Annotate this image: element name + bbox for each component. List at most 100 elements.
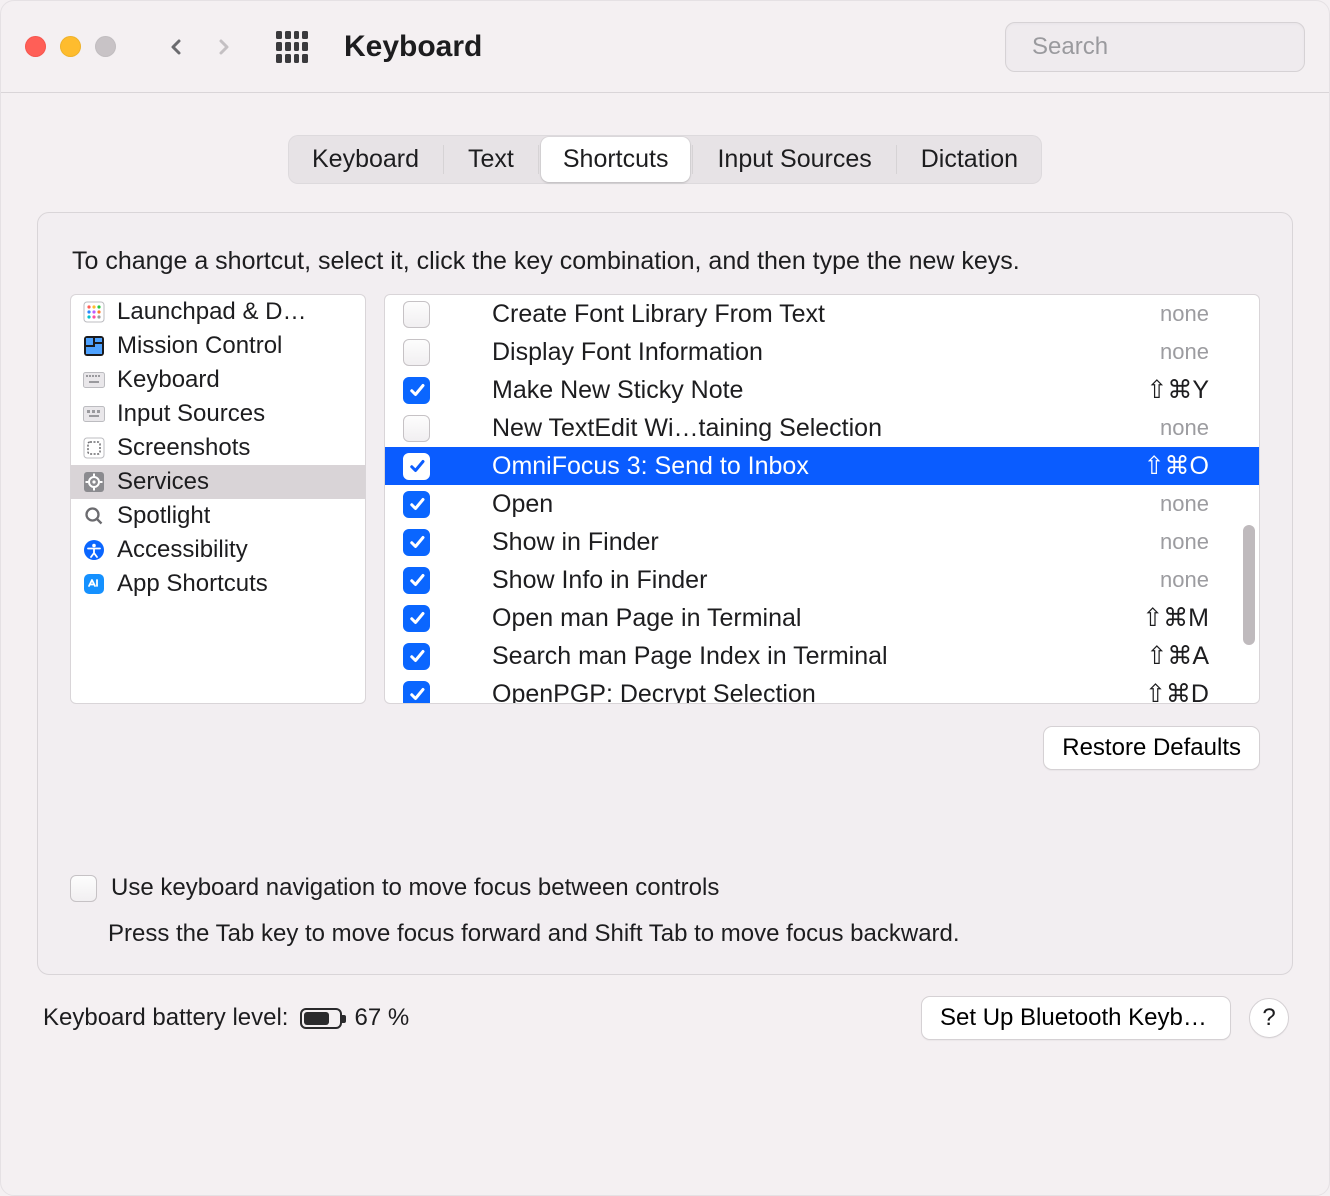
- category-list[interactable]: Launchpad & D… Mission Control Keyboard …: [70, 294, 366, 704]
- category-label: Launchpad & D…: [117, 298, 306, 326]
- shortcut-name: Show Info in Finder: [492, 566, 1160, 595]
- keyboard-nav-checkbox[interactable]: [70, 875, 97, 902]
- category-accessibility[interactable]: Accessibility: [71, 533, 365, 567]
- keyboard-icon: [83, 369, 105, 391]
- shortcut-keys[interactable]: ⇧⌘D: [1145, 679, 1209, 704]
- shortcut-name: Display Font Information: [492, 338, 1160, 367]
- shortcuts-panel: To change a shortcut, select it, click t…: [37, 212, 1293, 975]
- tab-keyboard[interactable]: Keyboard: [290, 137, 441, 182]
- category-launchpad[interactable]: Launchpad & D…: [71, 295, 365, 329]
- shortcut-keys[interactable]: none: [1160, 529, 1209, 555]
- shortcut-name: Open man Page in Terminal: [492, 604, 1142, 633]
- category-keyboard[interactable]: Keyboard: [71, 363, 365, 397]
- shortcut-keys[interactable]: none: [1160, 339, 1209, 365]
- battery-icon: [300, 1008, 342, 1029]
- back-button[interactable]: [158, 29, 194, 65]
- category-label: Accessibility: [117, 536, 248, 564]
- tab-dictation[interactable]: Dictation: [899, 137, 1040, 182]
- close-window-button[interactable]: [25, 36, 46, 57]
- keyboard-nav-hint: Press the Tab key to move focus forward …: [108, 920, 1260, 948]
- titlebar: Keyboard: [1, 1, 1329, 93]
- footer: Keyboard battery level: 67 % Set Up Blue…: [1, 975, 1329, 1061]
- category-input-sources[interactable]: Input Sources: [71, 397, 365, 431]
- services-icon: [83, 471, 105, 493]
- shortcut-checkbox[interactable]: [403, 681, 430, 705]
- spotlight-icon: [83, 505, 105, 527]
- shortcut-row[interactable]: Search man Page Index in Terminal ⇧⌘A: [385, 637, 1259, 675]
- shortcut-row[interactable]: Show in Finder none: [385, 523, 1259, 561]
- shortcut-keys[interactable]: ⇧⌘M: [1142, 603, 1209, 633]
- shortcut-row[interactable]: Make New Sticky Note ⇧⌘Y: [385, 371, 1259, 409]
- input-sources-icon: [83, 403, 105, 425]
- search-field[interactable]: [1005, 22, 1305, 72]
- accessibility-icon: [83, 539, 105, 561]
- shortcut-checkbox[interactable]: [403, 605, 430, 632]
- shortcut-checkbox[interactable]: [403, 567, 430, 594]
- category-app-shortcuts[interactable]: App Shortcuts: [71, 567, 365, 601]
- shortcut-checkbox[interactable]: [403, 453, 430, 480]
- shortcut-row[interactable]: OpenPGP: Decrypt Selection ⇧⌘D: [385, 675, 1259, 704]
- shortcut-checkbox[interactable]: [403, 529, 430, 556]
- category-label: Input Sources: [117, 400, 265, 428]
- launchpad-icon: [83, 301, 105, 323]
- shortcut-name: Make New Sticky Note: [492, 376, 1146, 405]
- shortcut-name: OpenPGP: Decrypt Selection: [492, 680, 1145, 705]
- battery-percent: 67 %: [354, 1004, 409, 1032]
- category-label: Services: [117, 468, 209, 496]
- shortcut-row[interactable]: Display Font Information none: [385, 333, 1259, 371]
- category-services[interactable]: Services: [71, 465, 365, 499]
- shortcut-name: Open: [492, 490, 1160, 519]
- shortcut-checkbox[interactable]: [403, 301, 430, 328]
- search-input[interactable]: [1030, 32, 1330, 62]
- setup-bluetooth-keyboard-button[interactable]: Set Up Bluetooth Keyboard…: [921, 996, 1231, 1040]
- window-title: Keyboard: [344, 30, 482, 64]
- shortcut-row[interactable]: Open none: [385, 485, 1259, 523]
- shortcut-name: Search man Page Index in Terminal: [492, 642, 1146, 671]
- category-screenshots[interactable]: Screenshots: [71, 431, 365, 465]
- shortcut-keys[interactable]: ⇧⌘Y: [1146, 375, 1209, 405]
- instruction-text: To change a shortcut, select it, click t…: [72, 247, 1258, 276]
- category-mission-control[interactable]: Mission Control: [71, 329, 365, 363]
- shortcut-row[interactable]: Open man Page in Terminal ⇧⌘M: [385, 599, 1259, 637]
- category-label: App Shortcuts: [117, 570, 268, 598]
- help-button[interactable]: ?: [1249, 998, 1289, 1038]
- category-label: Keyboard: [117, 366, 220, 394]
- shortcut-row[interactable]: Show Info in Finder none: [385, 561, 1259, 599]
- shortcut-keys[interactable]: none: [1160, 301, 1209, 327]
- category-label: Spotlight: [117, 502, 210, 530]
- scrollbar-thumb[interactable]: [1243, 525, 1255, 645]
- tab-shortcuts[interactable]: Shortcuts: [541, 137, 691, 182]
- shortcut-name: New TextEdit Wi…taining Selection: [492, 414, 1160, 443]
- category-label: Screenshots: [117, 434, 250, 462]
- app-shortcuts-icon: [83, 573, 105, 595]
- tab-input-sources[interactable]: Input Sources: [695, 137, 893, 182]
- shortcut-row[interactable]: Create Font Library From Text none: [385, 295, 1259, 333]
- zoom-window-button: [95, 36, 116, 57]
- shortcut-checkbox[interactable]: [403, 415, 430, 442]
- shortcut-keys[interactable]: none: [1160, 415, 1209, 441]
- shortcut-checkbox[interactable]: [403, 339, 430, 366]
- shortcut-keys[interactable]: ⇧⌘O: [1144, 451, 1209, 481]
- shortcut-name: OmniFocus 3: Send to Inbox: [492, 452, 1144, 481]
- battery-label: Keyboard battery level:: [43, 1004, 288, 1032]
- shortcut-row[interactable]: New TextEdit Wi…taining Selection none: [385, 409, 1259, 447]
- restore-defaults-button[interactable]: Restore Defaults: [1043, 726, 1260, 770]
- shortcut-keys[interactable]: none: [1160, 491, 1209, 517]
- keyboard-nav-label: Use keyboard navigation to move focus be…: [111, 874, 719, 902]
- shortcut-list[interactable]: Create Font Library From Text none Displ…: [384, 294, 1260, 704]
- window-controls: [25, 36, 116, 57]
- category-spotlight[interactable]: Spotlight: [71, 499, 365, 533]
- screenshots-icon: [83, 437, 105, 459]
- category-label: Mission Control: [117, 332, 282, 360]
- tab-text[interactable]: Text: [446, 137, 536, 182]
- show-all-prefs-button[interactable]: [276, 31, 308, 63]
- shortcut-name: Create Font Library From Text: [492, 300, 1160, 329]
- shortcut-keys[interactable]: ⇧⌘A: [1146, 641, 1209, 671]
- shortcut-row[interactable]: OmniFocus 3: Send to Inbox ⇧⌘O: [385, 447, 1259, 485]
- shortcut-checkbox[interactable]: [403, 643, 430, 670]
- minimize-window-button[interactable]: [60, 36, 81, 57]
- shortcut-keys[interactable]: none: [1160, 567, 1209, 593]
- shortcut-name: Show in Finder: [492, 528, 1160, 557]
- shortcut-checkbox[interactable]: [403, 377, 430, 404]
- shortcut-checkbox[interactable]: [403, 491, 430, 518]
